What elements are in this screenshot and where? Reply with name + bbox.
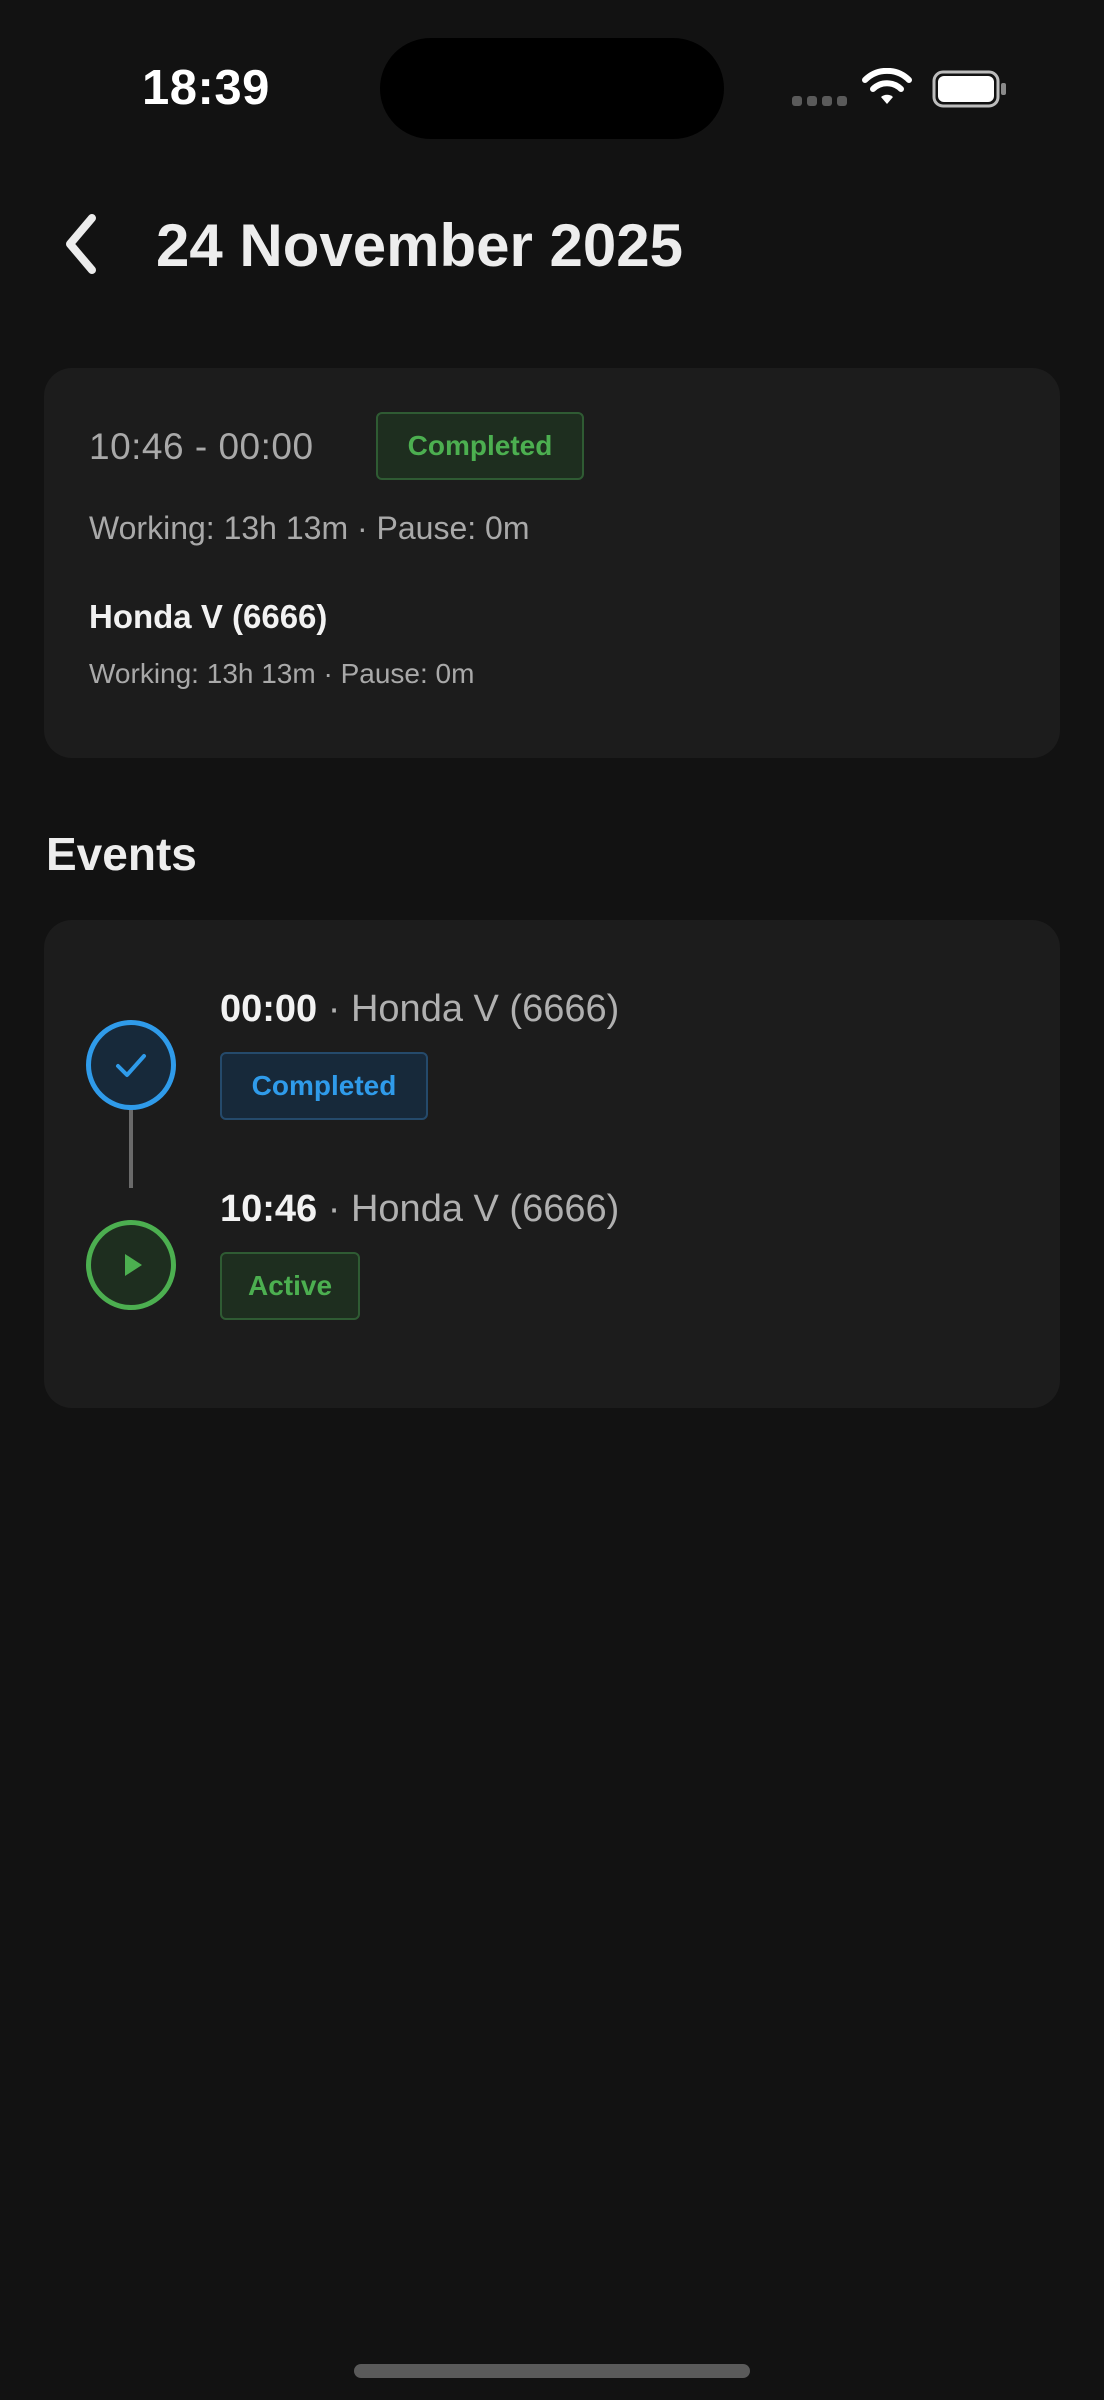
- status-bar-time: 18:39: [142, 61, 270, 115]
- vehicle-totals: Working: 13h 13m · Pause: 0m: [89, 658, 475, 689]
- event-time: 10:46: [220, 1188, 318, 1230]
- page-title: 24 November 2025: [156, 212, 683, 279]
- back-button[interactable]: [50, 206, 110, 282]
- shift-time-range: 10:46 - 00:00: [89, 426, 314, 467]
- event-vehicle: Honda V (6666): [350, 988, 620, 1030]
- home-indicator[interactable]: [354, 2364, 750, 2378]
- event-marker-active: [86, 1220, 176, 1310]
- event-title: 00:00 · Honda V (6666): [220, 986, 619, 1032]
- battery-icon: [932, 70, 1006, 108]
- event-marker-completed: [86, 1020, 176, 1110]
- shift-totals: Working: 13h 13m · Pause: 0m: [89, 510, 530, 546]
- cellular-signal-icon: [792, 96, 847, 106]
- event-separator: ·: [327, 988, 341, 1030]
- chevron-left-icon: [66, 214, 96, 274]
- wifi-icon: [862, 68, 912, 104]
- event-vehicle: Honda V (6666): [350, 1188, 620, 1230]
- event-time: 00:00: [220, 988, 318, 1030]
- day-summary-card: 10:46 - 00:00 Completed Working: 13h 13m…: [44, 368, 1060, 758]
- check-icon: [116, 1054, 146, 1077]
- events-section-title: Events: [46, 828, 197, 880]
- event-status-badge: Completed: [220, 1052, 428, 1120]
- event-separator: ·: [327, 1188, 341, 1230]
- event-title: 10:46 · Honda V (6666): [220, 1186, 619, 1232]
- play-icon: [125, 1254, 142, 1276]
- event-status-badge: Active: [220, 1252, 360, 1320]
- status-badge: Completed: [376, 412, 584, 480]
- dynamic-island: [380, 38, 724, 139]
- events-card: 00:00 · Honda V (6666) Completed 10:46 ·…: [44, 920, 1060, 1408]
- vehicle-name: Honda V (6666): [89, 598, 328, 635]
